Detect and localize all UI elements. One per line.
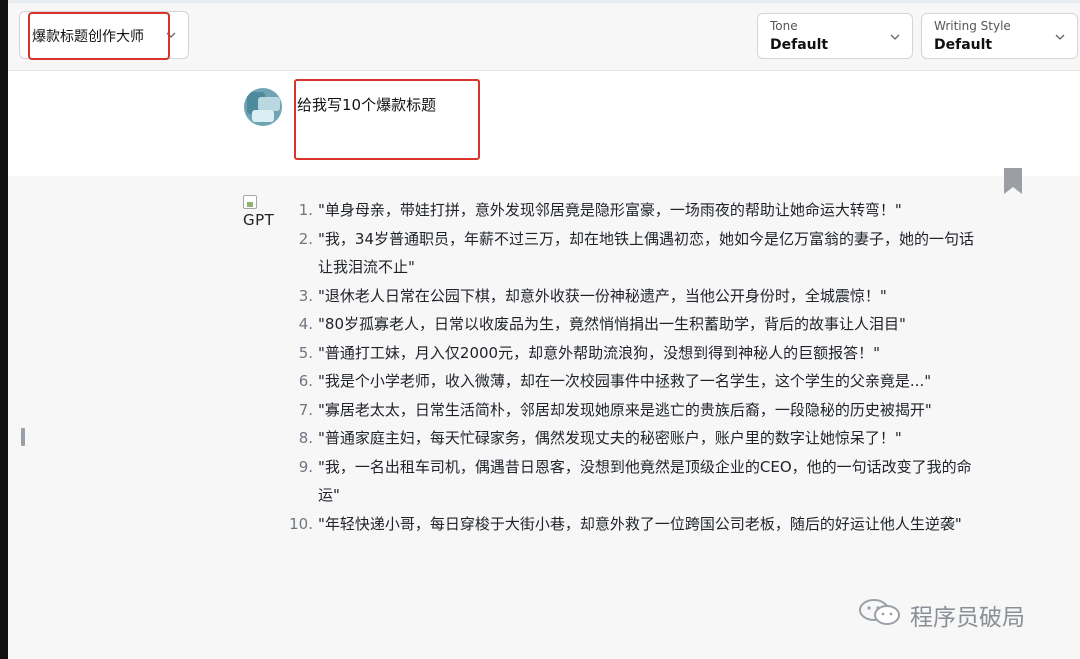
chat-page: 爆款标题创作大师 Tone Default Writing Style Defa… bbox=[0, 0, 1080, 659]
title-number: 8. bbox=[298, 429, 313, 447]
title-text: "80岁孤寡老人，日常以收废品为生，竟然悄悄捐出一生积蓄助学，背后的故事让人泪目… bbox=[318, 315, 906, 333]
tone-dropdown[interactable]: Tone Default bbox=[757, 13, 913, 59]
title-number: 9. bbox=[298, 457, 313, 476]
title-item: 8. "普通家庭主妇，每天忙碌家务，偶然发现丈夫的秘密账户，账户里的数字让她惊呆了… bbox=[283, 424, 983, 453]
tone-caption: Tone bbox=[770, 19, 798, 33]
title-number: 2. bbox=[298, 229, 313, 248]
title-text: "我，一名出租车司机，偶遇昔日恩客，没想到他竟然是顶级企业的CEO，他的一句话改… bbox=[318, 457, 972, 505]
title-text: "单身母亲，带娃打拼，意外发现邻居竟是隐形富豪，一场雨夜的帮助让她命运大转弯！" bbox=[318, 201, 902, 219]
title-item: 1. "单身母亲，带娃打拼，意外发现邻居竟是隐形富豪，一场雨夜的帮助让她命运大转弯… bbox=[283, 196, 983, 225]
title-number: 5. bbox=[298, 343, 313, 362]
chevron-down-icon bbox=[890, 34, 900, 40]
writing-style-dropdown[interactable]: Writing Style Default bbox=[921, 13, 1078, 59]
window-edge bbox=[0, 0, 8, 659]
title-item: 2. "我，34岁普通职员，年薪不过三万，却在地铁上偶遇初恋，她如今是亿万富翁的妻… bbox=[283, 225, 983, 282]
user-avatar bbox=[244, 88, 282, 126]
title-text: "普通打工妹，月入仅2000元，却意外帮助流浪狗，没想到得到神秘人的巨额报答！" bbox=[318, 343, 880, 362]
writing-style-value: Default bbox=[934, 37, 993, 53]
title-number: 7. bbox=[298, 400, 313, 419]
title-text: "寡居老太太，日常生活简朴，邻居却发现她原来是逃亡的贵族后裔，一段隐秘的历史被揭… bbox=[318, 400, 932, 419]
tone-value: Default bbox=[770, 37, 829, 53]
title-number: 6. bbox=[298, 372, 313, 390]
resize-handle[interactable] bbox=[21, 428, 25, 446]
annotation-highlight-prompt bbox=[28, 12, 170, 60]
wechat-icon bbox=[859, 599, 900, 625]
title-item: 9. "我，一名出租车司机，偶遇昔日恩客，没想到他竟然是顶级企业的CEO，他的一句… bbox=[283, 453, 983, 510]
title-item: 3. "退休老人日常在公园下棋，却意外收获一份神秘遗产，当他公开身份时，全城震惊！… bbox=[283, 282, 983, 311]
title-item: 5. "普通打工妹，月入仅2000元，却意外帮助流浪狗，没想到得到神秘人的巨额报答… bbox=[283, 339, 983, 368]
assistant-avatar: GPT bbox=[243, 195, 279, 233]
title-text: "我是个小学老师，收入微薄，却在一次校园事件中拯救了一名学生，这个学生的父亲竟是… bbox=[318, 372, 932, 390]
prompt-toolbar: 爆款标题创作大师 Tone Default Writing Style Defa… bbox=[8, 3, 1080, 71]
chevron-down-icon bbox=[1055, 34, 1065, 40]
assistant-message: GPT 1. "单身母亲，带娃打拼，意外发现邻居竟是隐形富豪，一场雨夜的帮助让她命… bbox=[8, 168, 1080, 659]
title-list: 1. "单身母亲，带娃打拼，意外发现邻居竟是隐形富豪，一场雨夜的帮助让她命运大转弯… bbox=[283, 196, 983, 538]
title-item: 4. "80岁孤寡老人，日常以收废品为生，竟然悄悄捐出一生积蓄助学，背后的故事让人… bbox=[283, 310, 983, 339]
title-item: 7. "寡居老太太，日常生活简朴，邻居却发现她原来是逃亡的贵族后裔，一段隐秘的历史… bbox=[283, 396, 983, 425]
title-item: 10. "年轻快递小哥，每日穿梭于大街小巷，却意外救了一位跨国公司老板，随后的好运… bbox=[283, 510, 983, 539]
user-message: 给我写10个爆款标题 bbox=[8, 72, 1080, 176]
bookmark-icon[interactable] bbox=[1004, 168, 1022, 194]
title-text: "退休老人日常在公园下棋，却意外收获一份神秘遗产，当他公开身份时，全城震惊！" bbox=[318, 286, 887, 305]
writing-style-caption: Writing Style bbox=[934, 19, 1011, 33]
title-text: "普通家庭主妇，每天忙碌家务，偶然发现丈夫的秘密账户，账户里的数字让她惊呆了！" bbox=[318, 429, 902, 447]
title-number: 10. bbox=[289, 514, 313, 533]
assistant-avatar-alt: GPT bbox=[243, 211, 275, 229]
title-number: 1. bbox=[298, 201, 313, 219]
title-item: 6. "我是个小学老师，收入微薄，却在一次校园事件中拯救了一名学生，这个学生的父亲… bbox=[283, 367, 983, 396]
title-text: "我，34岁普通职员，年薪不过三万，却在地铁上偶遇初恋，她如今是亿万富翁的妻子，… bbox=[318, 229, 974, 277]
title-text: "年轻快递小哥，每日穿梭于大街小巷，却意外救了一位跨国公司老板，随后的好运让他人… bbox=[318, 514, 962, 533]
title-number: 3. bbox=[298, 286, 313, 305]
broken-image-icon bbox=[243, 195, 257, 209]
annotation-highlight-message bbox=[294, 79, 480, 160]
title-number: 4. bbox=[298, 315, 313, 333]
watermark-text: 程序员破局 bbox=[910, 605, 1025, 631]
